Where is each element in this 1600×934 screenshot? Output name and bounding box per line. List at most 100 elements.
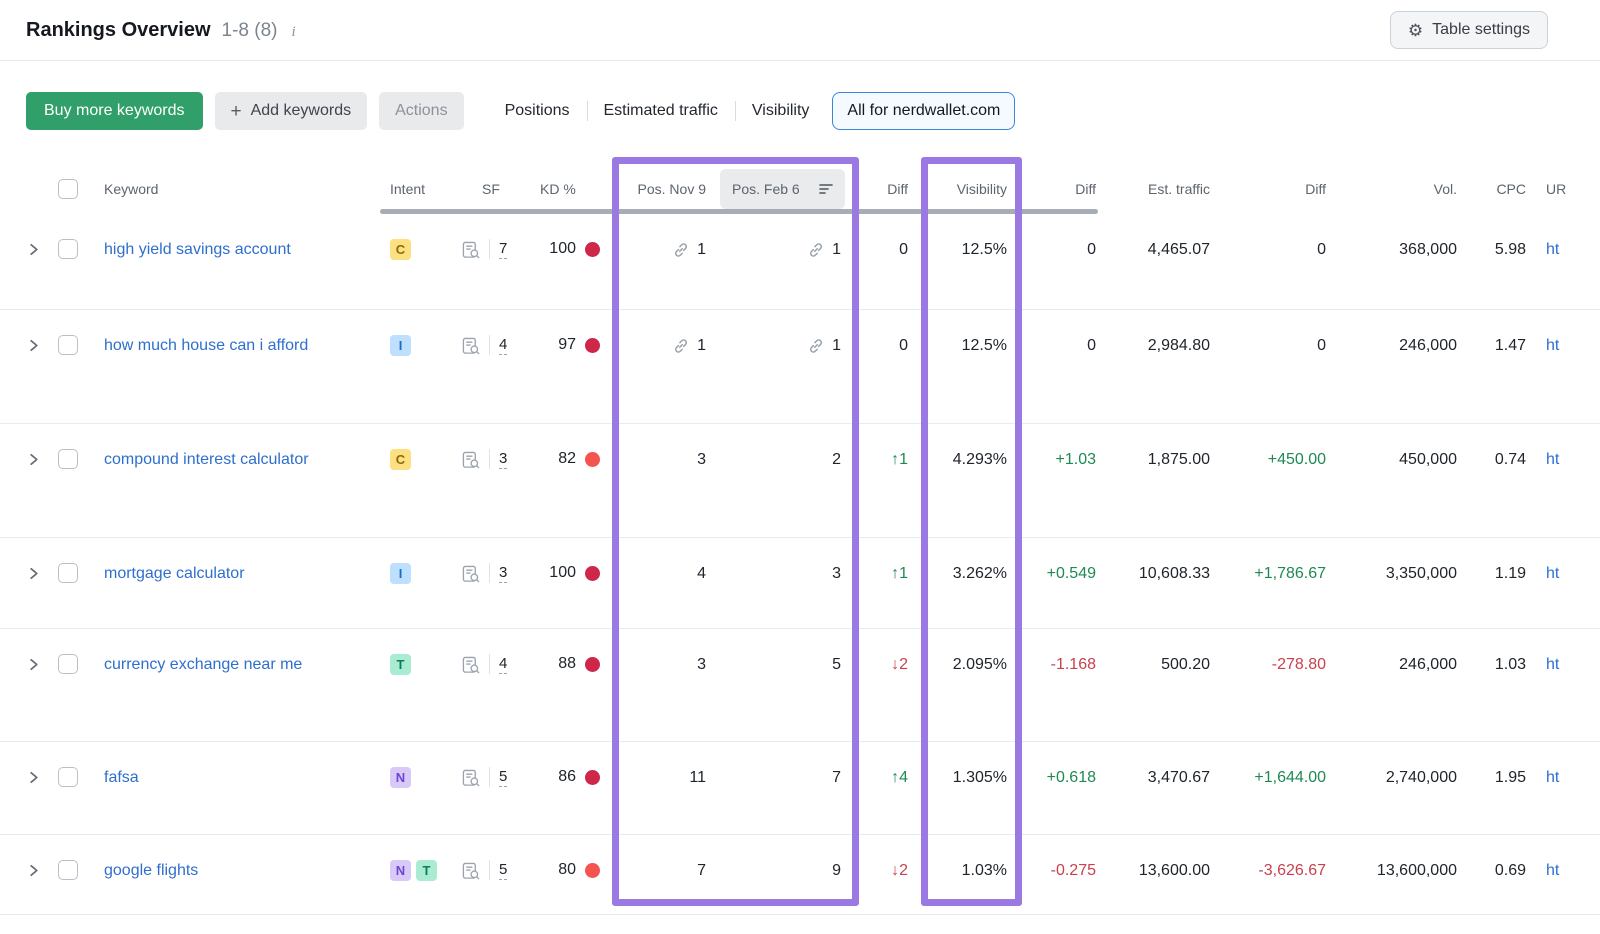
sorted-column-chip[interactable]: Pos. Feb 6 [720, 169, 845, 209]
pos-feb6-cell: 9 [710, 835, 845, 914]
url-link[interactable]: ht [1546, 767, 1559, 788]
sf-count-link[interactable]: 4 [499, 654, 507, 674]
serp-features-icon[interactable] [462, 451, 480, 469]
buy-more-keywords-button[interactable]: Buy more keywords [26, 92, 203, 130]
column-header-intent[interactable]: Intent [380, 164, 452, 214]
checkbox-cell [54, 310, 90, 423]
pos-diff-value: ↑1 [891, 563, 908, 584]
visibility-diff-cell: 0 [1010, 214, 1098, 309]
cpc-cell: 0.74 [1458, 424, 1528, 537]
serp-features-icon[interactable] [462, 337, 480, 355]
kd-cell: 97 [530, 310, 614, 423]
url-link[interactable]: ht [1546, 563, 1559, 584]
tab-estimated-traffic[interactable]: Estimated traffic [587, 92, 735, 130]
row-checkbox[interactable] [58, 449, 78, 469]
gear-icon: ⚙ [1408, 22, 1423, 39]
url-link[interactable]: ht [1546, 335, 1559, 356]
serp-features-icon[interactable] [462, 565, 480, 583]
volume-value: 450,000 [1399, 449, 1457, 470]
serp-link-icon[interactable] [807, 337, 825, 355]
serp-features-icon[interactable] [462, 862, 480, 880]
volume-cell: 13,600,000 [1328, 835, 1458, 914]
url-link[interactable]: ht [1546, 654, 1559, 675]
row-checkbox[interactable] [58, 335, 78, 355]
column-header-diff-pos[interactable]: Diff [845, 164, 910, 214]
vertical-divider [489, 654, 490, 674]
volume-value: 2,740,000 [1386, 767, 1457, 788]
row-checkbox[interactable] [58, 767, 78, 787]
add-keywords-button[interactable]: + Add keywords [215, 92, 368, 130]
pos-feb6-cell: 1 [710, 214, 845, 309]
expand-row-button[interactable] [26, 338, 41, 353]
row-checkbox[interactable] [58, 654, 78, 674]
select-all-checkbox[interactable] [58, 179, 78, 199]
column-header-kd[interactable]: KD % [530, 164, 614, 214]
url-link[interactable]: ht [1546, 860, 1559, 881]
column-header-diff-traffic[interactable]: Diff [1213, 164, 1328, 214]
column-header-diff-visibility[interactable]: Diff [1010, 164, 1098, 214]
cpc-value: 1.19 [1495, 563, 1526, 584]
keyword-link[interactable]: google flights [104, 860, 198, 882]
visibility-diff-cell: +0.549 [1010, 538, 1098, 628]
table-settings-button[interactable]: ⚙ Table settings [1390, 11, 1548, 49]
volume-value: 13,600,000 [1377, 860, 1457, 881]
tab-visibility[interactable]: Visibility [735, 92, 827, 130]
serp-features-icon[interactable] [462, 769, 480, 787]
tab-all-for-nerdwallet-com[interactable]: All for nerdwallet.com [832, 92, 1015, 130]
row-checkbox[interactable] [58, 860, 78, 880]
column-header-est-traffic[interactable]: Est. traffic [1098, 164, 1213, 214]
sf-cell: 3 [452, 424, 530, 537]
keyword-link[interactable]: high yield savings account [104, 239, 291, 261]
sf-count-link[interactable]: 3 [499, 563, 507, 583]
tab-positions[interactable]: Positions [488, 92, 587, 130]
traffic-diff-cell: +450.00 [1213, 424, 1328, 537]
keyword-link[interactable]: compound interest calculator [104, 449, 309, 471]
keyword-link[interactable]: mortgage calculator [104, 563, 245, 585]
serp-features-icon[interactable] [462, 241, 480, 259]
traffic-diff-value: +450.00 [1268, 449, 1326, 470]
serp-link-icon[interactable] [807, 241, 825, 259]
column-header-url[interactable]: UR [1528, 164, 1600, 214]
row-checkbox[interactable] [58, 239, 78, 259]
sf-count-link[interactable]: 4 [499, 335, 507, 355]
column-header-volume[interactable]: Vol. [1328, 164, 1458, 214]
kd-value: 82 [558, 449, 576, 469]
expand-row-button[interactable] [26, 242, 41, 257]
url-link[interactable]: ht [1546, 239, 1559, 260]
serp-link-icon[interactable] [672, 241, 690, 259]
serp-features-icon[interactable] [462, 656, 480, 674]
intent-badge-n: N [390, 767, 411, 788]
expand-row-button[interactable] [26, 566, 41, 581]
column-header-sf[interactable]: SF [452, 164, 530, 214]
sf-count-link[interactable]: 7 [499, 239, 507, 259]
kd-dot-icon [585, 338, 600, 353]
pos-feb6-cell: 2 [710, 424, 845, 537]
visibility-cell: 1.305% [910, 742, 1010, 834]
expand-row-button[interactable] [26, 770, 41, 785]
sf-count-link[interactable]: 5 [499, 860, 507, 880]
row-checkbox[interactable] [58, 563, 78, 583]
keyword-link[interactable]: currency exchange near me [104, 654, 302, 676]
expand-row-button[interactable] [26, 863, 41, 878]
expand-row-button[interactable] [26, 657, 41, 672]
info-icon[interactable]: i [292, 24, 296, 41]
intent-badge-i: I [390, 335, 411, 356]
column-header-cpc[interactable]: CPC [1458, 164, 1528, 214]
actions-button[interactable]: Actions [379, 92, 463, 130]
column-header-keyword[interactable]: Keyword [90, 164, 380, 214]
pos-feb6-value: 3 [832, 563, 841, 584]
column-header-visibility[interactable]: Visibility [910, 164, 1010, 214]
column-header-pos-nov9[interactable]: Pos. Nov 9 [614, 164, 710, 214]
sf-count-link[interactable]: 3 [499, 449, 507, 469]
expand-row-button[interactable] [26, 452, 41, 467]
volume-cell: 450,000 [1328, 424, 1458, 537]
url-link[interactable]: ht [1546, 449, 1559, 470]
keyword-link[interactable]: fafsa [104, 767, 139, 789]
sf-count-link[interactable]: 5 [499, 767, 507, 787]
visibility-cell: 12.5% [910, 310, 1010, 423]
traffic-diff-cell: +1,786.67 [1213, 538, 1328, 628]
est-traffic-value: 4,465.07 [1148, 239, 1210, 260]
vertical-divider [489, 239, 490, 259]
keyword-link[interactable]: how much house can i afford [104, 335, 308, 357]
serp-link-icon[interactable] [672, 337, 690, 355]
